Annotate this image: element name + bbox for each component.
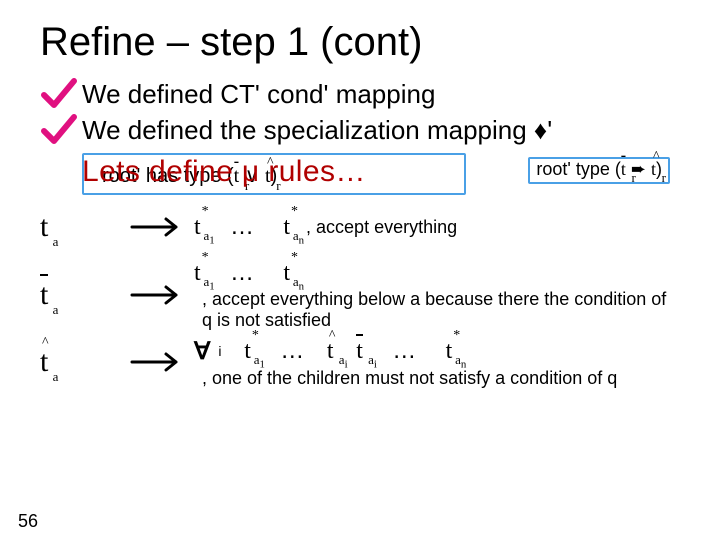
rule-lhs: ta: [40, 210, 130, 244]
forall-icon: ∀: [194, 337, 210, 366]
slide: Refine – step 1 (cont) We defined CT' co…: [0, 0, 720, 540]
checkmark-icon: [40, 113, 82, 147]
arrow-icon: [130, 214, 194, 240]
bullet-text: We defined the specialization mapping ♦': [82, 116, 552, 145]
right-badge-text: root' type (-tr ➨ ^tr): [536, 159, 662, 179]
bullet-row-1: We defined CT' cond' mapping: [40, 77, 680, 111]
rule-explanation: , accept everything: [306, 217, 457, 238]
bullet-list: We defined CT' cond' mapping We defined …: [40, 77, 680, 147]
rule-rhs: t*a1 … t*an , accept everything below a …: [194, 259, 680, 330]
rules: ta t*a1 … t*an , accept everything ta: [40, 201, 680, 388]
rule-explanation: , accept everything below a because ther…: [202, 289, 680, 330]
bullet-row-2: We defined the specialization mapping ♦': [40, 113, 680, 147]
over-text-red: Lets define μ rules…: [82, 155, 366, 189]
rule-rhs: t*a1 … t*an , accept everything: [194, 213, 680, 241]
rule-lhs: ta: [40, 278, 130, 312]
arrow-icon: [130, 349, 194, 375]
rule-row-1: ta t*a1 … t*an , accept everything: [40, 201, 680, 253]
rule-row-3: ^ta ∀i t*a1 … ^tai tai … t*an , one of t…: [40, 336, 680, 388]
slide-title: Refine – step 1 (cont): [40, 20, 680, 65]
arrow-icon: [130, 282, 194, 308]
overlap-row: root' has type (-tr ∨ ^tr) Lets define μ…: [40, 155, 680, 195]
rule-lhs: ^ta: [40, 345, 130, 379]
page-number: 56: [18, 511, 38, 532]
rule-row-2: ta t*a1 … t*an , accept everything below…: [40, 259, 680, 330]
bullet-text: We defined CT' cond' mapping: [82, 80, 435, 109]
checkmark-icon: [40, 77, 82, 111]
right-badge: root' type (-tr ➨ ^tr): [528, 157, 670, 184]
rule-explanation: , one of the children must not satisfy a…: [202, 368, 617, 389]
rule-rhs: ∀i t*a1 … ^tai tai … t*an , one of the c…: [194, 337, 680, 389]
